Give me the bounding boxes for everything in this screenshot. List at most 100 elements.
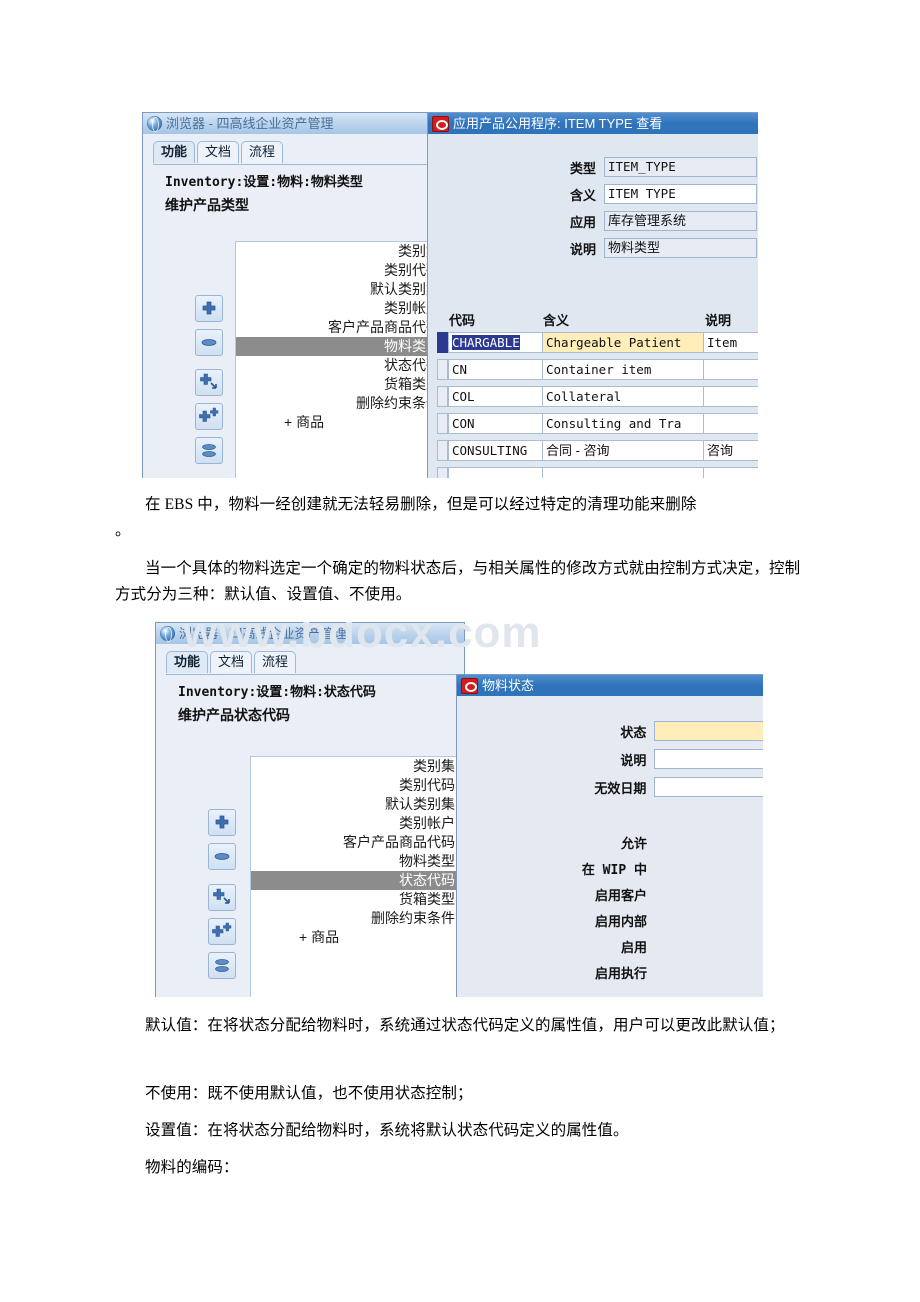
- grid-cell-code[interactable]: [448, 467, 544, 478]
- grid-cell-desc[interactable]: [703, 359, 758, 380]
- field-input-description[interactable]: [654, 749, 763, 769]
- collapse-button-1[interactable]: [195, 437, 223, 464]
- grid-cell-desc[interactable]: [703, 467, 758, 478]
- checkbox-label-allow: 允许: [620, 836, 647, 851]
- add-sibling-button-1[interactable]: [195, 403, 223, 430]
- paragraph-3: 默认值：在将状态分配给物料时，系统通过状态代码定义的属性值，用户可以更改此默认值…: [145, 1017, 785, 1034]
- paragraph-2: 当一个具体的物料选定一个确定的物料状态后，与相关属性的修改方式就由控制方式决定，…: [115, 560, 801, 603]
- grid-cell-code[interactable]: CON: [448, 413, 544, 434]
- tree-item[interactable]: 删除约束条件: [251, 909, 461, 928]
- tree-item[interactable]: 物料类型: [251, 852, 461, 871]
- globe-icon: [147, 116, 162, 132]
- paragraph-5: 设置值：在将状态分配给物料时，系统将默认状态代码定义的属性值。: [145, 1122, 629, 1139]
- forms-titlebar-2: 物料状态: [457, 675, 763, 696]
- tabstrip-1: 功能 文档 流程: [153, 141, 284, 163]
- add-child-button-1[interactable]: [195, 369, 223, 396]
- plus-icon: [202, 301, 216, 315]
- record-indicator[interactable]: [437, 413, 448, 434]
- tree-item[interactable]: 货箱类型: [236, 375, 441, 394]
- screenshot-item-type: 浏览器 - 四高线企业资产管理 功能 文档 流程 Inventory:设置:物料…: [142, 112, 758, 478]
- tree-item[interactable]: 默认类别集: [236, 280, 441, 299]
- grid-cell-desc[interactable]: Item: [703, 332, 758, 353]
- tree-item[interactable]: 删除约束条件: [236, 394, 441, 413]
- grid-cell-meaning[interactable]: 合同 - 咨询: [542, 440, 705, 461]
- remove-button-1[interactable]: [195, 329, 223, 356]
- grid-cell-desc[interactable]: 咨询: [703, 440, 758, 461]
- plus-arrow-icon: [213, 888, 230, 904]
- breadcrumb-2: Inventory:设置:物料:状态代码: [178, 685, 376, 700]
- browser-titlebar-2: 浏览器 - 四高线企业资产管理: [156, 623, 464, 644]
- record-indicator[interactable]: [437, 359, 448, 380]
- add-child-button-2[interactable]: [208, 884, 236, 911]
- tree-listbox-1[interactable]: 类别集 类别代码 默认类别集 类别帐户 客户产品商品代码 物料类型 状态代码 货…: [235, 241, 441, 478]
- globe-icon: [160, 626, 175, 642]
- tree-item-expandable[interactable]: + 商品: [236, 413, 441, 432]
- grid-cell-code[interactable]: CHARGABLE: [448, 332, 544, 353]
- tabstrip-2: 功能 文档 流程: [166, 651, 297, 673]
- paragraph-1-tail: 。: [115, 522, 131, 539]
- remove-button-2[interactable]: [208, 843, 236, 870]
- field-input-inactive-date[interactable]: [654, 777, 763, 797]
- grid-cell-meaning[interactable]: Container item: [542, 359, 705, 380]
- tab-wendang-2[interactable]: 文档: [210, 651, 253, 673]
- tab-liucheng-2[interactable]: 流程: [254, 651, 297, 673]
- values-grid: 代码 含义 说明 CHARGABLE Chargeable Patient It…: [428, 113, 758, 478]
- grid-header-meaning: 含义: [543, 313, 570, 328]
- tree-listbox-2[interactable]: 类别集 类别代码 默认类别集 类别帐户 客户产品商品代码 物料类型 状态代码 货…: [250, 756, 462, 997]
- grid-cell-code[interactable]: COL: [448, 386, 544, 407]
- tab-gongneng-1[interactable]: 功能: [153, 141, 196, 163]
- tree-item-selected[interactable]: 物料类型: [236, 337, 441, 356]
- tab-liucheng-1[interactable]: 流程: [241, 141, 284, 163]
- paragraph-1: 在 EBS 中，物料一经创建就无法轻易删除，但是可以经过特定的清理功能来删除: [145, 496, 697, 513]
- tab-wendang-1[interactable]: 文档: [197, 141, 240, 163]
- record-indicator[interactable]: [437, 386, 448, 407]
- tree-item[interactable]: 类别集: [251, 757, 461, 776]
- grid-header-code: 代码: [449, 313, 476, 328]
- field-row-inactive-date: 无效日期: [457, 777, 763, 797]
- checkbox-label-enable-execution: 启用执行: [594, 966, 647, 981]
- grid-cell-desc[interactable]: [703, 386, 758, 407]
- paragraph-4: 不使用：既不使用默认值，也不使用状态控制；: [145, 1085, 473, 1102]
- checkbox-row-enable-execution: 启用执行: [457, 963, 763, 982]
- collapse-button-2[interactable]: [208, 952, 236, 979]
- tree-item[interactable]: 默认类别集: [251, 795, 461, 814]
- add-sibling-button-2[interactable]: [208, 918, 236, 945]
- record-indicator[interactable]: [437, 467, 448, 478]
- tree-item[interactable]: 货箱类型: [251, 890, 461, 909]
- checkbox-label-enable: 启用: [620, 940, 647, 955]
- grid-cell-desc[interactable]: [703, 413, 758, 434]
- tree-item-expandable[interactable]: + 商品: [251, 928, 461, 947]
- grid-cell-meaning[interactable]: Collateral: [542, 386, 705, 407]
- grid-cell-code[interactable]: CONSULTING: [448, 440, 544, 461]
- grid-cell-meaning[interactable]: Chargeable Patient: [542, 332, 705, 353]
- field-input-status[interactable]: [654, 721, 763, 741]
- checkbox-label-in-wip: 在 WIP 中: [581, 863, 647, 878]
- tree-item[interactable]: 类别代码: [236, 261, 441, 280]
- breadcrumb-1: Inventory:设置:物料:物料类型: [165, 175, 363, 190]
- browser-title-text: 浏览器 - 四高线企业资产管理: [166, 116, 334, 131]
- tree-item-selected[interactable]: 状态代码: [251, 871, 461, 890]
- plus-plus-icon: [212, 922, 232, 937]
- forms-title-text: 物料状态: [482, 678, 535, 693]
- tree-item[interactable]: 状态代码: [236, 356, 441, 375]
- tab-gongneng-2[interactable]: 功能: [166, 651, 209, 673]
- oracle-logo-icon: [461, 677, 478, 694]
- tree-item[interactable]: 客户产品商品代码: [251, 833, 461, 852]
- record-indicator[interactable]: [437, 440, 448, 461]
- grid-cell-meaning[interactable]: Consulting and Tra: [542, 413, 705, 434]
- tree-item[interactable]: 类别帐户: [251, 814, 461, 833]
- tree-item[interactable]: 客户产品商品代码: [236, 318, 441, 337]
- checkbox-row-in-wip: 在 WIP 中: [457, 859, 763, 878]
- record-indicator-current[interactable]: [437, 332, 448, 353]
- field-row-description: 说明: [457, 749, 763, 769]
- grid-header-desc: 说明: [705, 313, 732, 328]
- add-button-1[interactable]: [195, 295, 223, 322]
- tabstrip-underline-1: [153, 164, 436, 165]
- grid-cell-meaning[interactable]: [542, 467, 705, 478]
- grid-cell-code[interactable]: CN: [448, 359, 544, 380]
- tree-item[interactable]: 类别帐户: [236, 299, 441, 318]
- checkbox-row-allow: 允许: [457, 833, 763, 852]
- add-button-2[interactable]: [208, 809, 236, 836]
- tree-item[interactable]: 类别代码: [251, 776, 461, 795]
- tree-item[interactable]: 类别集: [236, 242, 441, 261]
